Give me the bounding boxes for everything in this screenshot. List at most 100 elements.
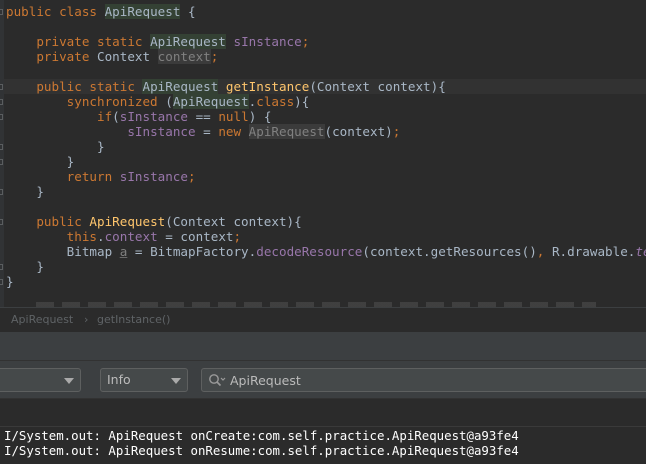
breadcrumb: ApiRequest › getInstance() bbox=[0, 307, 646, 331]
code-token: ApiRequest bbox=[150, 34, 226, 49]
fold-marker-icon[interactable] bbox=[0, 144, 3, 150]
code-token: ( bbox=[112, 109, 120, 124]
log-line[interactable]: I/System.out: ApiRequest onCreate:com.se… bbox=[4, 428, 519, 443]
code-line[interactable]: private static ApiRequest sInstance; bbox=[6, 34, 309, 49]
code-line[interactable]: } bbox=[6, 259, 44, 274]
code-token: new bbox=[218, 124, 249, 139]
code-token: = BitmapFactory. bbox=[127, 244, 257, 259]
code-token: ; bbox=[392, 124, 401, 139]
code-token: } bbox=[6, 274, 14, 289]
code-token: ApiRequest bbox=[248, 124, 325, 139]
code-token: (context) bbox=[324, 124, 393, 139]
code-token: ; bbox=[301, 34, 310, 49]
code-token: context bbox=[104, 229, 158, 244]
code-token: ){ bbox=[294, 94, 310, 109]
code-line[interactable]: public static ApiRequest getInstance(Con… bbox=[6, 79, 446, 94]
fold-marker-icon[interactable] bbox=[0, 264, 3, 270]
code-token: class bbox=[256, 94, 295, 109]
logcat-toolbar bbox=[0, 331, 646, 360]
code-token: null bbox=[218, 109, 249, 124]
breadcrumb-class[interactable]: ApiRequest bbox=[11, 312, 73, 327]
code-token: ApiRequest bbox=[172, 94, 249, 109]
code-line[interactable]: public ApiRequest(Context context){ bbox=[6, 214, 302, 229]
code-token: sInstance bbox=[119, 169, 188, 184]
code-token: , bbox=[536, 244, 552, 259]
fold-marker-icon[interactable] bbox=[0, 159, 3, 165]
code-token: getInstance bbox=[225, 79, 310, 94]
code-token: } bbox=[6, 139, 105, 154]
code-token: Context bbox=[97, 49, 158, 64]
code-token: ; bbox=[233, 229, 242, 244]
fold-marker-icon[interactable] bbox=[0, 99, 3, 105]
code-token: private bbox=[6, 49, 97, 64]
code-token: ) { bbox=[248, 109, 272, 124]
code-token: == bbox=[188, 109, 219, 124]
code-line[interactable]: this.context = context; bbox=[6, 229, 241, 244]
code-token: ApiRequest bbox=[142, 79, 219, 94]
fold-marker-icon[interactable] bbox=[0, 9, 3, 15]
chevron-down-icon bbox=[171, 378, 181, 384]
code-token: ApiRequest bbox=[104, 4, 181, 19]
code-token: (Context context){ bbox=[309, 79, 446, 94]
code-token: synchronized bbox=[6, 94, 166, 109]
logcat-search-box[interactable] bbox=[201, 368, 646, 392]
code-token: = bbox=[195, 124, 219, 139]
fold-marker-icon[interactable] bbox=[0, 279, 3, 285]
breadcrumb-separator: › bbox=[84, 313, 89, 326]
editor-gutter[interactable] bbox=[0, 0, 4, 307]
code-line[interactable]: if(sInstance == null) { bbox=[6, 109, 271, 124]
code-line[interactable]: } bbox=[6, 274, 14, 289]
code-token: ( bbox=[165, 94, 173, 109]
breadcrumb-method[interactable]: getInstance() bbox=[97, 312, 170, 327]
search-icon[interactable] bbox=[208, 373, 226, 387]
code-line[interactable]: } bbox=[6, 184, 44, 199]
code-line[interactable]: sInstance = new ApiRequest(context); bbox=[6, 124, 400, 139]
logcat-output[interactable]: I/System.out: ApiRequest onCreate:com.se… bbox=[0, 398, 646, 464]
log-separator bbox=[0, 399, 646, 427]
code-token: } bbox=[6, 184, 44, 199]
fold-marker-icon[interactable] bbox=[0, 84, 3, 90]
code-token: context bbox=[157, 49, 211, 64]
process-select[interactable] bbox=[0, 368, 81, 392]
code-line[interactable]: public class ApiRequest { bbox=[6, 4, 196, 19]
code-token: return bbox=[6, 169, 120, 184]
fold-marker-icon[interactable] bbox=[0, 219, 3, 225]
code-token: this bbox=[6, 229, 97, 244]
code-token: public bbox=[6, 214, 90, 229]
code-token: sInstance bbox=[127, 124, 196, 139]
code-token: . bbox=[97, 229, 105, 244]
code-token: ; bbox=[210, 49, 219, 64]
fold-marker-icon[interactable] bbox=[0, 114, 3, 120]
code-token: private static bbox=[6, 34, 151, 49]
code-editor[interactable]: public class ApiRequest { private static… bbox=[0, 0, 646, 307]
logcat-filter-bar: Info bbox=[0, 360, 646, 398]
chevron-down-icon bbox=[64, 378, 74, 384]
code-token: (context.getResources() bbox=[362, 244, 537, 259]
code-line[interactable]: return sInstance; bbox=[6, 169, 196, 184]
code-token: if bbox=[6, 109, 113, 124]
code-token: public class bbox=[6, 4, 105, 19]
code-token: } bbox=[6, 154, 75, 169]
code-token: R.drawable. bbox=[551, 244, 636, 259]
code-token: test2 bbox=[635, 244, 646, 259]
code-token: sInstance bbox=[233, 34, 302, 49]
code-token: = context bbox=[157, 229, 234, 244]
code-token: (Context context){ bbox=[165, 214, 302, 229]
logcat-search-input[interactable] bbox=[230, 370, 630, 390]
code-line[interactable]: private Context context; bbox=[6, 49, 218, 64]
log-line[interactable]: I/System.out: ApiRequest onResume:com.se… bbox=[4, 443, 519, 458]
fold-marker-icon[interactable] bbox=[0, 189, 3, 195]
code-line[interactable]: Bitmap a = BitmapFactory.decodeResource(… bbox=[6, 244, 646, 259]
code-line[interactable]: } bbox=[6, 154, 75, 169]
code-line[interactable]: synchronized (ApiRequest.class){ bbox=[6, 94, 309, 109]
code-token: { bbox=[180, 4, 196, 19]
code-token: Bitmap bbox=[6, 244, 120, 259]
code-line[interactable]: } bbox=[6, 139, 105, 154]
code-token: decodeResource bbox=[256, 244, 363, 259]
code-token: ; bbox=[187, 169, 196, 184]
log-level-select[interactable]: Info bbox=[100, 368, 188, 392]
code-token: public static bbox=[6, 79, 143, 94]
log-level-value: Info bbox=[107, 372, 131, 387]
